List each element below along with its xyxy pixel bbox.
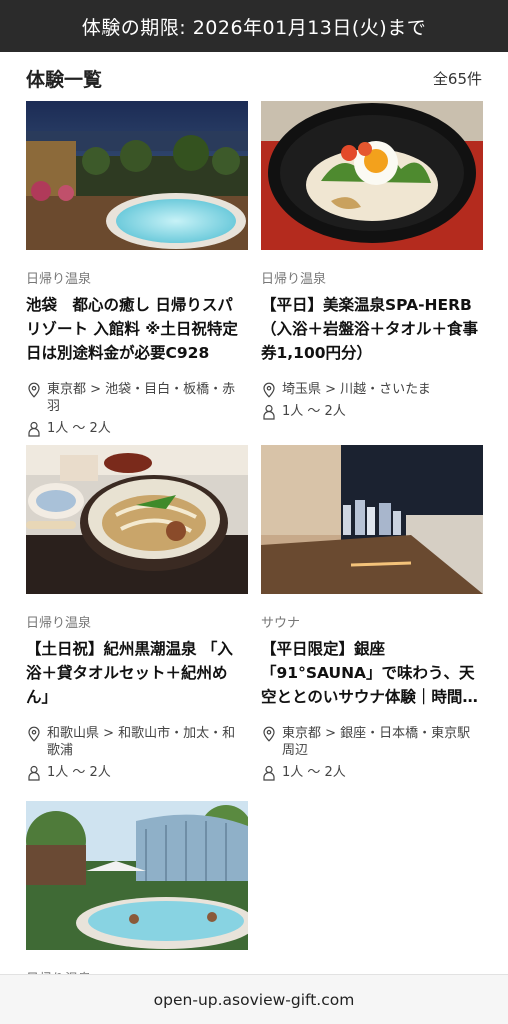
section-header: 体験一覧 全65件 bbox=[26, 62, 482, 94]
people-text: 1人 〜 2人 bbox=[282, 765, 346, 780]
person-icon bbox=[26, 764, 42, 781]
location-text: 和歌山県 > 和歌山市・加太・和歌浦 bbox=[47, 726, 236, 758]
card-category: 日帰り温泉 bbox=[26, 272, 92, 287]
experience-card[interactable]: 日帰り温泉 【平日】美楽温泉SPA-HERB（入浴＋岩盤浴＋タオル＋食事券1,1… bbox=[261, 101, 483, 425]
location-pin-icon bbox=[26, 725, 42, 742]
card-image[interactable] bbox=[26, 801, 248, 950]
rice-bowl-image bbox=[261, 101, 483, 250]
card-image[interactable] bbox=[26, 101, 248, 250]
experience-card[interactable]: 日帰り温泉 bbox=[26, 801, 248, 987]
section-title: 体験一覧 bbox=[26, 68, 103, 91]
result-count: 全65件 bbox=[432, 69, 482, 88]
browser-url-bar[interactable]: open-up.asoview-gift.com bbox=[0, 974, 508, 1024]
location-text: 東京都 > 銀座・日本橋・東京駅周辺 bbox=[282, 726, 471, 758]
people-text: 1人 〜 2人 bbox=[47, 765, 111, 780]
card-location: 埼玉県 > 川越・さいたま bbox=[261, 381, 483, 398]
url-text: open-up.asoview-gift.com bbox=[153, 990, 355, 1009]
location-text: 埼玉県 > 川越・さいたま bbox=[282, 382, 431, 397]
person-icon bbox=[261, 403, 277, 420]
rooftop-sauna-image bbox=[261, 445, 483, 594]
experience-card[interactable]: 日帰り温泉 池袋 都心の癒し 日帰りスパリゾート 入館料 ※土日祝特定日は別途料… bbox=[26, 101, 248, 442]
card-title[interactable]: 池袋 都心の癒し 日帰りスパリゾート 入館料 ※土日祝特定日は別途料金が必要C9… bbox=[26, 293, 248, 365]
card-image[interactable] bbox=[26, 445, 248, 594]
people-text: 1人 〜 2人 bbox=[282, 404, 346, 419]
person-icon bbox=[261, 764, 277, 781]
card-location: 東京都 > 銀座・日本橋・東京駅周辺 bbox=[261, 725, 483, 759]
location-pin-icon bbox=[26, 381, 42, 398]
experience-card[interactable]: 日帰り温泉 【土日祝】紀州黒潮温泉 「入浴＋貸タオルセット＋紀州めん」 和歌山県… bbox=[26, 445, 248, 786]
card-title[interactable]: 【平日】美楽温泉SPA-HERB（入浴＋岩盤浴＋タオル＋食事券1,100円分） bbox=[261, 293, 483, 365]
expiry-banner: 体験の期限: 2026年01月13日(火)まで bbox=[0, 0, 508, 52]
expiry-text: 体験の期限: 2026年01月13日(火)まで bbox=[81, 16, 427, 39]
card-people: 1人 〜 2人 bbox=[261, 403, 483, 420]
location-pin-icon bbox=[261, 381, 277, 398]
card-title[interactable]: 【平日限定】銀座「91°SAUNA」で味わう、天空ととのいサウナ体験｜時間… bbox=[261, 637, 483, 709]
card-category: 日帰り温泉 bbox=[261, 272, 327, 287]
card-title[interactable]: 【土日祝】紀州黒潮温泉 「入浴＋貸タオルセット＋紀州めん」 bbox=[26, 637, 248, 709]
card-image[interactable] bbox=[261, 445, 483, 594]
udon-noodle-image bbox=[26, 445, 248, 594]
card-location: 和歌山県 > 和歌山市・加太・和歌浦 bbox=[26, 725, 248, 759]
person-icon bbox=[26, 420, 42, 437]
outdoor-bath-image bbox=[26, 801, 248, 950]
location-pin-icon bbox=[261, 725, 277, 742]
people-text: 1人 〜 2人 bbox=[47, 421, 111, 436]
card-category: サウナ bbox=[261, 616, 301, 631]
card-people: 1人 〜 2人 bbox=[26, 420, 248, 437]
card-people: 1人 〜 2人 bbox=[261, 764, 483, 781]
card-location: 東京都 > 池袋・目白・板橋・赤羽 bbox=[26, 381, 248, 415]
card-category: 日帰り温泉 bbox=[26, 616, 92, 631]
experience-card[interactable]: サウナ 【平日限定】銀座「91°SAUNA」で味わう、天空ととのいサウナ体験｜時… bbox=[261, 445, 483, 786]
card-image[interactable] bbox=[261, 101, 483, 250]
location-text: 東京都 > 池袋・目白・板橋・赤羽 bbox=[47, 382, 236, 414]
card-people: 1人 〜 2人 bbox=[26, 764, 248, 781]
spa-pool-image bbox=[26, 101, 248, 250]
